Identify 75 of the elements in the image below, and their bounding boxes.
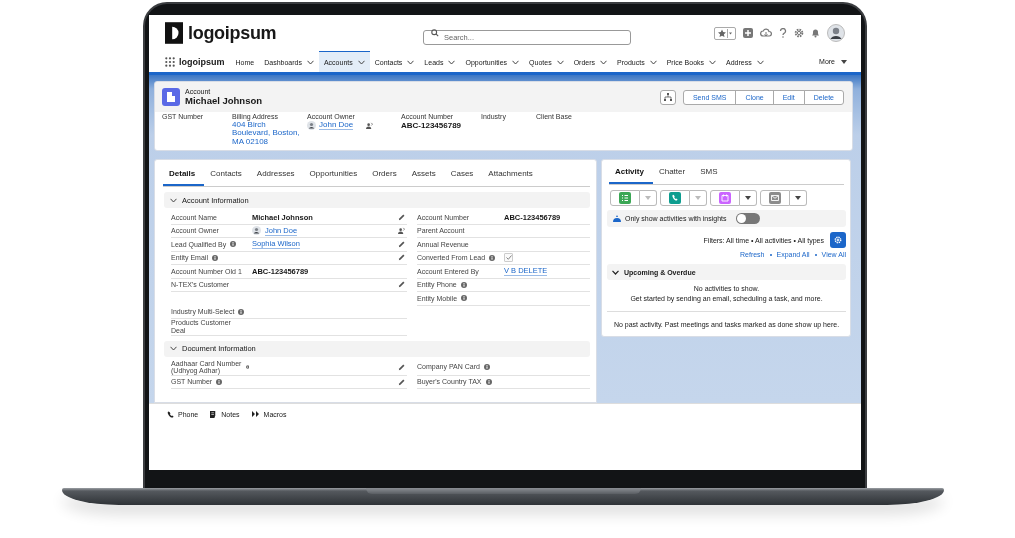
tab[interactable]: Opportunities xyxy=(303,169,367,187)
note-icon xyxy=(210,410,218,418)
caret-icon xyxy=(745,196,751,201)
tab[interactable]: Attachments xyxy=(482,169,542,187)
account-icon xyxy=(162,88,180,106)
double-chevron-icon xyxy=(251,411,260,417)
chevron-icon xyxy=(649,59,657,65)
record-name: Michael Johnson xyxy=(185,95,263,106)
bell-icon[interactable] xyxy=(811,28,820,38)
change-owner-icon[interactable] xyxy=(398,227,405,235)
hierarchy-icon xyxy=(663,93,672,101)
new-call-button[interactable] xyxy=(660,190,690,207)
pencil-icon[interactable] xyxy=(398,281,405,289)
info-icon xyxy=(230,241,237,248)
info-icon xyxy=(211,254,218,261)
info-icon xyxy=(483,364,490,371)
chevron-icon xyxy=(756,59,764,65)
info-icon xyxy=(461,295,468,302)
avatar-icon xyxy=(307,121,316,131)
app-name: logoipsum xyxy=(179,56,225,67)
caret-icon xyxy=(795,196,801,201)
info-icon xyxy=(485,379,492,386)
settings-icon[interactable] xyxy=(794,28,804,38)
owner-link[interactable]: John Doe xyxy=(319,121,354,131)
chevron-icon xyxy=(306,59,314,65)
info-icon xyxy=(238,308,245,315)
tab[interactable]: Activity xyxy=(609,167,653,185)
dropdown-button[interactable] xyxy=(790,190,807,207)
logo-text: logoipsum xyxy=(188,22,277,44)
chevron-icon xyxy=(512,59,520,65)
plus-icon[interactable] xyxy=(743,28,753,38)
info-icon xyxy=(489,254,496,261)
app-launcher-icon[interactable] xyxy=(165,56,175,67)
chevron-icon xyxy=(448,59,456,65)
favorites-button[interactable] xyxy=(714,26,736,40)
tab[interactable]: Addresses xyxy=(250,169,304,187)
tab[interactable]: Details xyxy=(163,169,205,187)
logo-icon xyxy=(165,22,183,44)
search-icon xyxy=(431,29,439,37)
tab[interactable]: Contacts xyxy=(204,169,251,187)
chevron-icon xyxy=(170,346,177,352)
tab[interactable]: Cases xyxy=(444,169,483,187)
chevron-icon xyxy=(556,59,564,65)
caret-icon xyxy=(841,59,847,64)
checkbox[interactable] xyxy=(504,253,513,263)
help-icon[interactable] xyxy=(779,28,787,38)
chevron-icon xyxy=(170,197,177,203)
caret-icon xyxy=(695,196,701,201)
field-value: ABC-123456789 xyxy=(401,121,463,130)
avatar-icon[interactable] xyxy=(827,24,845,42)
cloud-icon[interactable] xyxy=(760,28,772,38)
chevron-icon xyxy=(709,59,717,65)
address-link[interactable]: 404 Birch Boulevard, Boston, MA 02108 xyxy=(232,121,302,147)
settings-button[interactable] xyxy=(830,232,846,249)
toggle-switch[interactable] xyxy=(735,213,760,225)
info-icon xyxy=(245,364,249,371)
chevron-icon xyxy=(407,59,415,65)
dropdown-button[interactable] xyxy=(740,190,757,207)
insights-icon xyxy=(613,215,621,223)
info-icon xyxy=(460,281,467,288)
chevron-icon xyxy=(612,269,619,275)
chevron-icon xyxy=(357,59,365,65)
info-icon xyxy=(216,379,223,386)
tab[interactable]: Assets xyxy=(405,169,445,187)
caret-icon xyxy=(645,196,651,201)
chevron-icon xyxy=(600,59,608,65)
tab[interactable]: Chatter xyxy=(652,167,695,185)
phone-icon xyxy=(167,410,174,418)
new-task-button[interactable] xyxy=(610,190,640,207)
tab[interactable]: SMS xyxy=(694,167,727,185)
pencil-icon[interactable] xyxy=(398,213,405,221)
hierarchy-button[interactable] xyxy=(659,89,676,105)
tab[interactable]: Orders xyxy=(366,169,406,187)
change-owner-icon[interactable] xyxy=(366,122,374,130)
gear-icon xyxy=(834,236,842,245)
